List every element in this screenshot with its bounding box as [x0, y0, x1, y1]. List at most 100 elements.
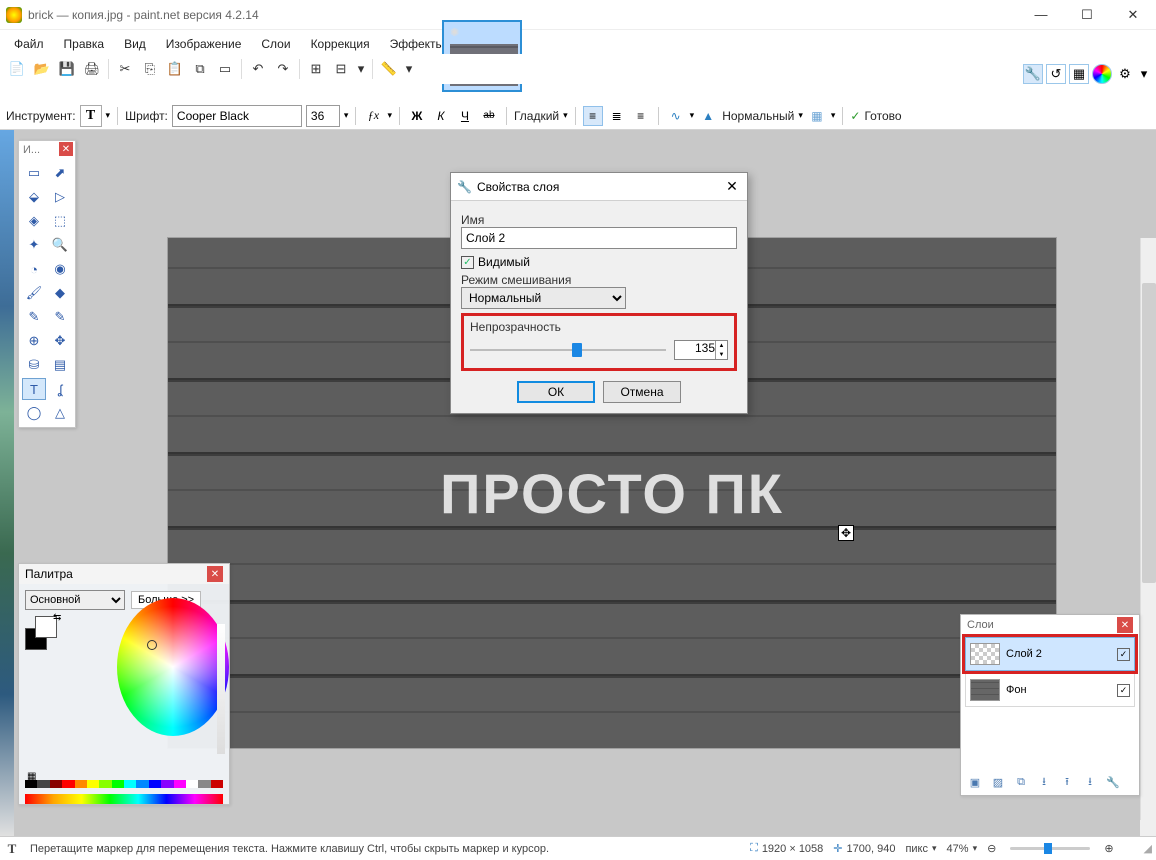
maximize-button[interactable]: ☐ — [1064, 0, 1110, 30]
visible-checkbox[interactable]: Видимый — [461, 255, 737, 269]
crop-icon[interactable]: ⧉ — [189, 58, 211, 80]
aa-dropdown-icon[interactable]: ▾ — [563, 110, 568, 121]
swatch[interactable] — [149, 780, 161, 788]
zoom-slider[interactable] — [1010, 847, 1090, 850]
tools-close-icon[interactable]: ✕ — [59, 142, 73, 156]
paste-icon[interactable]: 📋 — [164, 58, 186, 80]
colors-window-title[interactable]: Палитра ✕ — [19, 564, 229, 584]
tool-button-18[interactable]: T — [22, 378, 46, 400]
vertical-scrollbar[interactable] — [1140, 238, 1156, 820]
undo-icon[interactable]: ↶ — [247, 58, 269, 80]
bold-button[interactable]: Ж — [407, 106, 427, 126]
settings-icon[interactable]: ⚙ — [1115, 64, 1135, 84]
swatch[interactable] — [174, 780, 186, 788]
minimize-button[interactable]: — — [1018, 0, 1064, 30]
zoom-dropdown-icon[interactable]: ▾ — [973, 843, 978, 854]
layers-window[interactable]: Слои ✕ Слой 2 ✓ Фон ✓ ▣ ▨ ⧉ ⭳ ⭱ ⭳ 🔧 — [960, 614, 1140, 796]
swatch[interactable] — [124, 780, 136, 788]
tool-button-5[interactable]: ⬚ — [48, 210, 72, 232]
tool-button-12[interactable]: ✎ — [22, 306, 46, 328]
tools-window-title[interactable]: И... ✕ — [19, 141, 75, 159]
blend-mode-select[interactable]: Нормальный — [461, 287, 626, 309]
size-dropdown-icon[interactable]: ▾ — [344, 110, 349, 121]
hue-bar[interactable] — [25, 794, 223, 804]
layers-window-title[interactable]: Слои ✕ — [961, 615, 1139, 635]
unit-dropdown-icon[interactable]: ▾ — [932, 843, 937, 854]
tool-button-3[interactable]: ▷ — [48, 186, 72, 208]
swatch[interactable] — [50, 780, 62, 788]
menu-adjust[interactable]: Коррекция — [301, 34, 380, 54]
swatch[interactable] — [112, 780, 124, 788]
move-handle-icon[interactable]: ✥ — [838, 525, 854, 541]
swatch[interactable] — [87, 780, 99, 788]
duplicate-layer-icon[interactable]: ⧉ — [1011, 773, 1031, 791]
slider-handle[interactable] — [572, 343, 582, 357]
tool-button-16[interactable]: ⛁ — [22, 354, 46, 376]
ruler-icon[interactable]: 📏 — [378, 58, 400, 80]
colors-window[interactable]: Палитра ✕ Основной Больше >> ⇆ ▦ — [18, 563, 230, 805]
blend-dropdown-icon[interactable]: ▾ — [798, 110, 803, 121]
swatch[interactable] — [75, 780, 87, 788]
deselect-icon[interactable]: ▭ — [214, 58, 236, 80]
ruler-unit-icon[interactable]: ▾ — [403, 58, 415, 80]
resize-grip-icon[interactable]: ◢ — [1144, 842, 1152, 855]
tool-button-2[interactable]: ⬙ — [22, 186, 46, 208]
aa-label[interactable]: Гладкий — [514, 109, 559, 123]
blend-label[interactable]: Нормальный — [722, 109, 794, 123]
tool-button-10[interactable]: 🖌 — [22, 282, 46, 304]
delete-layer-icon[interactable]: ▨ — [988, 773, 1008, 791]
view-grid-icon[interactable]: ⊞ — [305, 58, 327, 80]
cancel-button[interactable]: Отмена — [603, 381, 681, 403]
tools-window[interactable]: И... ✕ ▭⬈⬙▷◈⬚✦🔍◔◉🖌◆✎✎⊕✥⛁▤Tʆ◯△ — [18, 140, 76, 428]
redo-icon[interactable]: ↷ — [272, 58, 294, 80]
layer-properties-icon[interactable]: 🔧 — [1103, 773, 1123, 791]
colors-close-icon[interactable]: ✕ — [207, 566, 223, 582]
value-slider[interactable] — [217, 624, 225, 754]
layer-item[interactable]: Слой 2 ✓ — [965, 637, 1135, 671]
colors-toggle-icon[interactable] — [1092, 64, 1112, 84]
swatch[interactable] — [62, 780, 74, 788]
menu-file[interactable]: Файл — [4, 34, 54, 54]
history-toggle-icon[interactable]: ↺ — [1046, 64, 1066, 84]
zoom-out-icon[interactable]: ⊖ — [987, 842, 996, 855]
tool-button-4[interactable]: ◈ — [22, 210, 46, 232]
wheel-cursor[interactable] — [147, 640, 157, 650]
font-select[interactable] — [172, 105, 302, 127]
swatch[interactable] — [99, 780, 111, 788]
tool-button-19[interactable]: ʆ — [48, 378, 72, 400]
settings-dropdown-icon[interactable]: ▾ — [1138, 64, 1150, 84]
add-layer-icon[interactable]: ▣ — [965, 773, 985, 791]
print-icon[interactable]: 🖨 — [81, 58, 103, 80]
tool-dropdown-icon[interactable]: ▾ — [106, 110, 111, 121]
swatch[interactable] — [161, 780, 173, 788]
spin-down-icon[interactable]: ▼ — [715, 350, 727, 359]
swatch[interactable] — [25, 780, 37, 788]
layer-visible-checkbox[interactable]: ✓ — [1117, 684, 1130, 697]
move-up-icon[interactable]: ⭱ — [1057, 773, 1077, 791]
tools-toggle-icon[interactable]: 🔧 — [1023, 64, 1043, 84]
fill-mode-icon[interactable]: ▲ — [698, 106, 718, 126]
swatch[interactable] — [211, 780, 223, 788]
tool-button-11[interactable]: ◆ — [48, 282, 72, 304]
font-size-input[interactable] — [306, 105, 340, 127]
tool-button-21[interactable]: △ — [48, 402, 72, 424]
underline-button[interactable]: Ч — [455, 106, 475, 126]
swatch[interactable] — [186, 780, 198, 788]
align-right-button[interactable]: ≡ — [631, 106, 651, 126]
strike-button[interactable]: ab — [479, 106, 499, 126]
view-ruler-icon[interactable]: ▾ — [355, 58, 367, 80]
fx-dropdown-icon[interactable]: ▾ — [387, 110, 392, 121]
zoom-in-icon[interactable]: ⊕ — [1104, 842, 1113, 855]
swatch[interactable] — [37, 780, 49, 788]
move-down-icon[interactable]: ⭳ — [1080, 773, 1100, 791]
close-button[interactable]: ✕ — [1110, 0, 1156, 30]
text-tool-icon[interactable]: T — [80, 105, 102, 127]
layer-visible-checkbox[interactable]: ✓ — [1117, 648, 1130, 661]
menu-view[interactable]: Вид — [114, 34, 156, 54]
swatch[interactable] — [136, 780, 148, 788]
tool-button-17[interactable]: ▤ — [48, 354, 72, 376]
alpha-dropdown-icon[interactable]: ▾ — [831, 110, 836, 121]
swatch[interactable] — [198, 780, 210, 788]
ok-button[interactable]: ОК — [517, 381, 595, 403]
tool-button-7[interactable]: 🔍 — [48, 234, 72, 256]
